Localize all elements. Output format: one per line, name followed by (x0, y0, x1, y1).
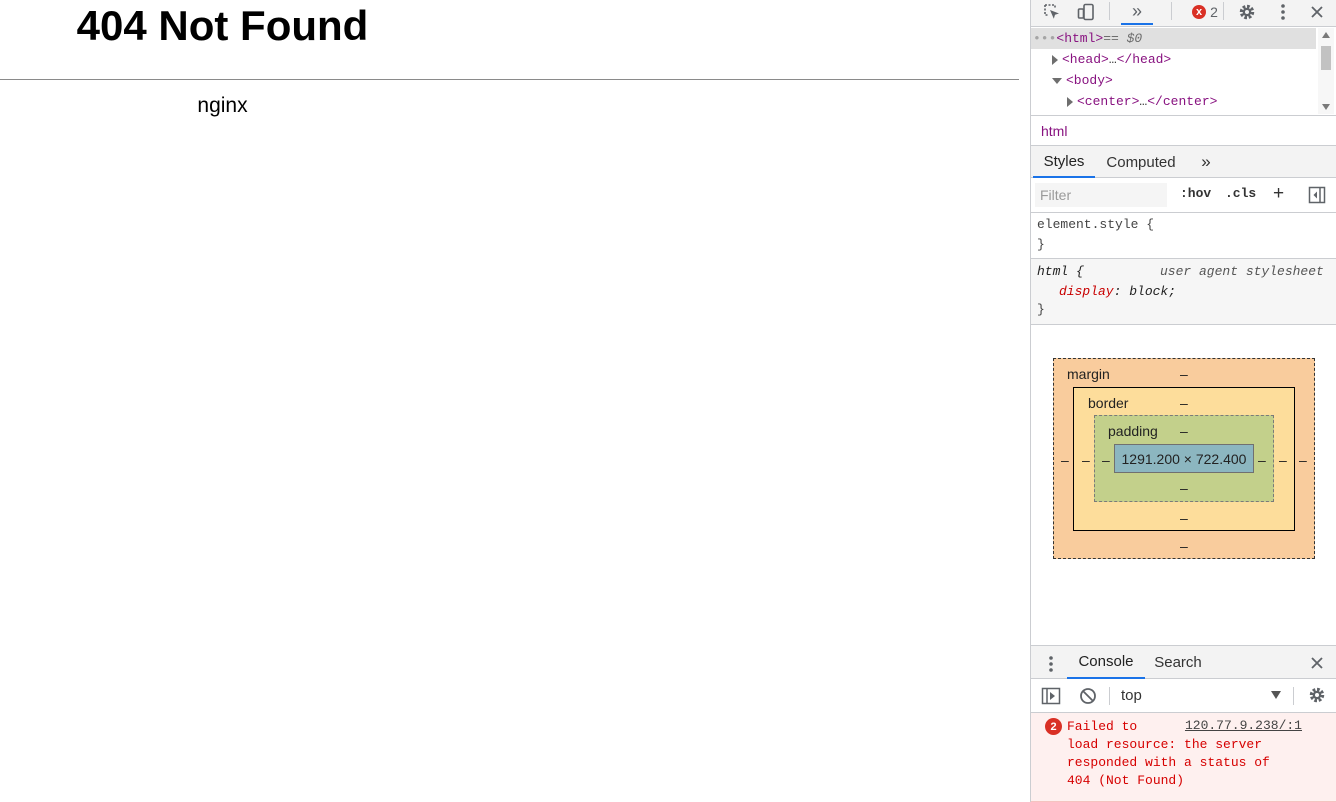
error-source-link[interactable]: 120.77.9.238/:1 (1185, 718, 1302, 733)
show-sidebar-icon[interactable] (1041, 686, 1061, 706)
drawer-tabs: Console Search (1031, 645, 1336, 679)
border-right-value[interactable]: – (1279, 452, 1287, 468)
margin-bottom-value[interactable]: – (1180, 538, 1188, 554)
expand-arrow-icon[interactable] (1067, 96, 1073, 107)
elements-tree: ••• <html> == $0 <head> … </head> <body>… (1031, 27, 1336, 115)
collapsed-ellipsis: … (1108, 52, 1117, 67)
tree-node-center[interactable]: <center> … </center> (1031, 91, 1316, 112)
console-toolbar: top (1031, 679, 1336, 713)
close-devtools-icon[interactable] (1307, 0, 1327, 24)
clear-console-icon[interactable] (1079, 687, 1097, 705)
page-viewport: 404 Not Found nginx (0, 0, 1030, 802)
rule-source: user agent stylesheet (1160, 264, 1324, 279)
rule-selector[interactable]: html { (1037, 264, 1084, 279)
close-drawer-icon[interactable] (1310, 656, 1324, 670)
tree-node-head[interactable]: <head> … </head> (1031, 49, 1316, 70)
tree-node-html[interactable]: ••• <html> == $0 (1031, 28, 1316, 49)
border-bottom-value[interactable]: – (1180, 510, 1188, 526)
margin-left-value[interactable]: – (1061, 452, 1069, 468)
selected-node-marker: == $0 (1103, 31, 1143, 46)
scrollbar-thumb[interactable] (1321, 46, 1331, 70)
inspect-element-icon[interactable] (1041, 0, 1063, 24)
expand-arrow-icon[interactable] (1052, 54, 1058, 65)
tag-head: <head> (1062, 52, 1109, 67)
toolbar-separator (1109, 2, 1110, 20)
new-style-rule-button[interactable]: + (1273, 183, 1284, 205)
styles-filter-input[interactable] (1035, 183, 1167, 207)
server-name: nginx (197, 94, 248, 117)
styles-pane-tabs: Styles Computed » (1031, 146, 1336, 178)
box-model-content[interactable]: 1291.200 × 722.400 (1114, 444, 1254, 473)
css-value: block; (1129, 284, 1177, 299)
error-counter-button[interactable]: x 2 (1183, 0, 1227, 24)
tag-html: <html> (1056, 31, 1104, 46)
collapse-arrow-icon[interactable] (1052, 77, 1062, 84)
device-toolbar-icon[interactable] (1074, 0, 1098, 24)
class-toggle-button[interactable]: .cls (1225, 186, 1256, 201)
user-agent-rule: html { user agent stylesheet display: bl… (1031, 259, 1336, 325)
error-repeat-count: 2 (1045, 718, 1062, 735)
divider (0, 79, 1019, 80)
elements-scrollbar[interactable] (1318, 28, 1334, 114)
devtools-panel: » x 2 ••• <html> == $0 <head> … </head> … (1030, 0, 1336, 802)
scroll-up-arrow-icon[interactable] (1322, 32, 1330, 38)
tag-head-close: </head> (1116, 52, 1172, 67)
toggle-sidebar-icon[interactable] (1308, 186, 1326, 204)
more-tabs-button[interactable]: » (1195, 146, 1217, 178)
styles-filter-bar: :hov .cls + (1031, 178, 1336, 213)
tab-search[interactable]: Search (1147, 646, 1209, 679)
kebab-menu-icon[interactable] (1273, 0, 1293, 24)
tab-computed[interactable]: Computed (1101, 146, 1181, 178)
error-icon: x (1192, 5, 1207, 19)
rule-close-brace: } (1037, 237, 1045, 252)
toolbar-separator (1223, 2, 1224, 20)
element-style-rule: element.style { } (1031, 213, 1336, 259)
tag-center-close: </center> (1147, 94, 1218, 109)
hover-state-button[interactable]: :hov (1180, 186, 1211, 201)
padding-top-value[interactable]: – (1180, 423, 1188, 439)
page-heading: 404 Not Found (76, 2, 369, 49)
console-settings-gear-icon[interactable] (1308, 686, 1326, 704)
scroll-down-arrow-icon[interactable] (1322, 104, 1330, 110)
padding-right-value[interactable]: – (1258, 452, 1266, 468)
padding-left-value[interactable]: – (1102, 452, 1110, 468)
console-error-message: 2 Failed to load resource: the server re… (1031, 713, 1336, 802)
rule-selector[interactable]: element.style { (1037, 217, 1154, 232)
margin-top-value[interactable]: – (1180, 366, 1188, 382)
border-left-value[interactable]: – (1082, 452, 1090, 468)
border-label: border (1088, 395, 1129, 411)
context-dropdown-arrow-icon[interactable] (1271, 691, 1281, 699)
collapsed-ellipsis: … (1139, 94, 1148, 109)
css-property: display (1059, 284, 1114, 299)
tab-console[interactable]: Console (1067, 646, 1145, 679)
error-count: 2 (1210, 4, 1218, 20)
tag-center: <center> (1077, 94, 1140, 109)
dom-breadcrumb: html (1031, 115, 1336, 146)
margin-right-value[interactable]: – (1299, 452, 1307, 468)
toolbar-separator (1293, 687, 1294, 705)
padding-label: padding (1108, 423, 1158, 439)
margin-label: margin (1067, 366, 1110, 382)
settings-gear-icon[interactable] (1236, 0, 1258, 24)
drawer-menu-icon[interactable] (1048, 655, 1054, 673)
more-panels-button[interactable]: » (1121, 0, 1153, 25)
border-top-value[interactable]: – (1180, 395, 1188, 411)
tab-styles[interactable]: Styles (1033, 146, 1095, 178)
context-selector[interactable]: top (1121, 687, 1142, 704)
padding-bottom-value[interactable]: – (1180, 480, 1188, 496)
toolbar-separator (1109, 687, 1110, 705)
rule-close-brace: } (1037, 302, 1045, 317)
rule-declaration[interactable]: display: block; (1059, 284, 1176, 299)
breadcrumb-item-html[interactable]: html (1041, 123, 1067, 139)
tree-node-body[interactable]: <body> (1031, 70, 1316, 91)
devtools-toolbar: » x 2 (1031, 0, 1336, 27)
toolbar-separator (1171, 2, 1172, 20)
tag-body: <body> (1066, 73, 1113, 88)
node-ellipsis-icon[interactable]: ••• (1033, 31, 1056, 46)
